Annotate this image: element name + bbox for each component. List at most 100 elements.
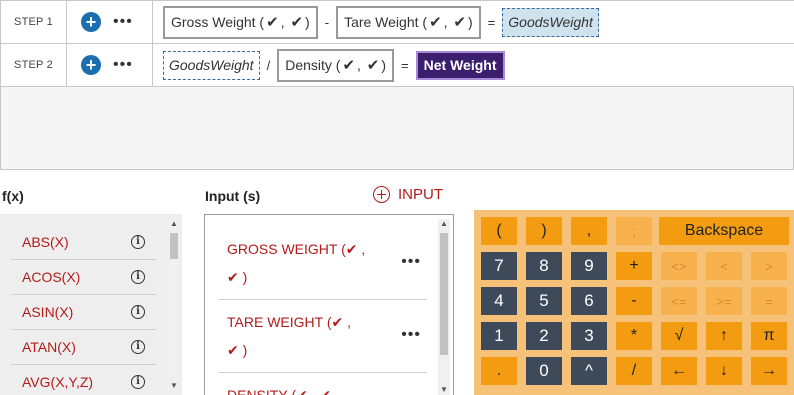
step-actions: + ••• xyxy=(67,44,153,86)
goods-weight-variable[interactable]: GoodsWeight xyxy=(163,50,260,80)
function-name: AVG(X,Y,Z) xyxy=(22,374,94,390)
key-9[interactable]: 9 xyxy=(571,252,607,280)
info-icon[interactable]: i xyxy=(131,375,145,389)
check-icon: ✔ xyxy=(227,269,239,285)
add-input-button[interactable]: INPUT xyxy=(373,186,443,203)
key-multiply[interactable]: * xyxy=(616,322,652,350)
input-item[interactable]: TARE WEIGHT (✔ , ✔ ) ••• xyxy=(219,300,427,373)
chip-close: ) xyxy=(381,57,387,73)
key-minus[interactable]: - xyxy=(616,287,652,315)
backspace-button[interactable]: Backspace xyxy=(659,217,789,245)
input-label: DENSITY (✔ , ✔ xyxy=(227,381,387,395)
step-formula: Gross Weight ( ✔ , ✔ ) - Tare Weight ( ✔… xyxy=(163,1,599,43)
net-weight-result[interactable]: Net Weight xyxy=(415,50,505,80)
key-equal[interactable]: = xyxy=(751,287,787,315)
chip-separator: , xyxy=(443,14,452,30)
key-decimal[interactable]: . xyxy=(481,357,517,385)
key-less-than[interactable]: < xyxy=(706,252,742,280)
step-label: STEP 2 xyxy=(1,44,67,86)
input-item[interactable]: GROSS WEIGHT (✔ , ✔ ) ••• xyxy=(219,227,427,300)
equals-operator: = xyxy=(487,14,496,30)
step-actions: + ••• xyxy=(67,1,153,43)
check-icon: ✔ xyxy=(331,314,344,330)
formula-steps-panel: STEP 1 + ••• Gross Weight ( ✔ , ✔ ) - Ta… xyxy=(0,0,794,170)
scroll-up-icon[interactable]: ▲ xyxy=(169,219,179,229)
step-more-button[interactable]: ••• xyxy=(113,57,133,73)
calculator-keypad: ( ) , ; Backspace 7 8 9 + <> < > 4 5 6 -… xyxy=(474,210,794,395)
scroll-down-icon[interactable]: ▼ xyxy=(439,385,449,395)
scroll-up-icon[interactable]: ▲ xyxy=(439,219,449,229)
check-icon: ✔ xyxy=(429,14,442,31)
key-less-equal[interactable]: <= xyxy=(661,287,697,315)
inputs-scrollbar[interactable]: ▲ ▼ xyxy=(438,219,450,395)
info-icon[interactable]: i xyxy=(131,340,145,354)
info-icon[interactable]: i xyxy=(131,235,145,249)
tare-weight-chip[interactable]: Tare Weight ( ✔ , ✔ ) xyxy=(336,5,481,39)
key-power[interactable]: ^ xyxy=(571,357,607,385)
input-label: TARE WEIGHT (✔ , ✔ ) xyxy=(227,314,351,358)
add-step-button[interactable]: + xyxy=(81,55,101,75)
check-icon: ✔ xyxy=(345,241,358,257)
step-label: STEP 1 xyxy=(1,1,67,43)
scrollbar-thumb[interactable] xyxy=(440,233,448,355)
check-icon: ✔ xyxy=(227,342,239,358)
scroll-down-icon[interactable]: ▼ xyxy=(169,381,179,391)
function-item[interactable]: ABS(X) i xyxy=(11,225,156,260)
functions-scrollbar[interactable]: ▲ ▼ xyxy=(168,219,180,391)
key-up-arrow[interactable]: ↑ xyxy=(706,322,742,350)
function-item[interactable]: ASIN(X) i xyxy=(11,295,156,330)
key-close-paren[interactable]: ) xyxy=(526,217,562,245)
function-item[interactable]: ACOS(X) i xyxy=(11,260,156,295)
scrollbar-thumb[interactable] xyxy=(170,233,178,259)
key-down-arrow[interactable]: ↓ xyxy=(706,357,742,385)
key-comma[interactable]: , xyxy=(571,217,607,245)
key-1[interactable]: 1 xyxy=(481,322,517,350)
step-more-button[interactable]: ••• xyxy=(113,14,133,30)
add-step-button[interactable]: + xyxy=(81,12,101,32)
inputs-list: GROSS WEIGHT (✔ , ✔ ) ••• TARE WEIGHT (✔… xyxy=(204,214,454,395)
key-sqrt[interactable]: √ xyxy=(661,322,697,350)
info-icon[interactable]: i xyxy=(131,270,145,284)
check-icon: ✔ xyxy=(366,57,380,74)
key-8[interactable]: 8 xyxy=(526,252,562,280)
function-name: ABS(X) xyxy=(22,234,69,250)
key-semicolon[interactable]: ; xyxy=(616,217,652,245)
goods-weight-result[interactable]: GoodsWeight xyxy=(502,7,599,37)
key-0[interactable]: 0 xyxy=(526,357,562,385)
function-name: ACOS(X) xyxy=(22,269,81,285)
input-more-button[interactable]: ••• xyxy=(401,253,421,271)
key-plus[interactable]: + xyxy=(616,252,652,280)
key-6[interactable]: 6 xyxy=(571,287,607,315)
key-left-arrow[interactable]: ← xyxy=(661,357,697,385)
step-row-1: STEP 1 + ••• Gross Weight ( ✔ , ✔ ) - Ta… xyxy=(1,1,794,44)
plus-circle-icon xyxy=(373,186,390,203)
check-icon: ✔ xyxy=(266,14,279,31)
gross-weight-chip[interactable]: Gross Weight ( ✔ , ✔ ) xyxy=(163,5,318,39)
check-icon: ✔ xyxy=(290,14,304,31)
chip-close: ) xyxy=(305,14,310,30)
input-more-button[interactable]: ••• xyxy=(401,326,421,344)
add-input-label: INPUT xyxy=(398,186,443,203)
key-4[interactable]: 4 xyxy=(481,287,517,315)
key-right-arrow[interactable]: → xyxy=(751,357,787,385)
check-icon: ✔ xyxy=(319,387,332,395)
key-3[interactable]: 3 xyxy=(571,322,607,350)
key-greater-equal[interactable]: >= xyxy=(706,287,742,315)
input-name: GROSS WEIGHT ( xyxy=(227,241,346,257)
info-icon[interactable]: i xyxy=(131,305,145,319)
key-greater-than[interactable]: > xyxy=(751,252,787,280)
function-item[interactable]: ATAN(X) i xyxy=(11,330,156,365)
input-item[interactable]: DENSITY (✔ , ✔ xyxy=(219,373,427,395)
key-5[interactable]: 5 xyxy=(526,287,562,315)
density-chip[interactable]: Density ( ✔ , ✔ ) xyxy=(277,48,395,82)
key-divide[interactable]: / xyxy=(616,357,652,385)
key-7[interactable]: 7 xyxy=(481,252,517,280)
key-pi[interactable]: π xyxy=(751,322,787,350)
function-item[interactable]: AVG(X,Y,Z) i xyxy=(11,365,156,395)
chip-separator: , xyxy=(280,14,289,30)
key-open-paren[interactable]: ( xyxy=(481,217,517,245)
chip-separator: , xyxy=(357,57,365,73)
key-2[interactable]: 2 xyxy=(526,322,562,350)
key-not-equal[interactable]: <> xyxy=(661,252,697,280)
check-icon: ✔ xyxy=(453,14,466,31)
